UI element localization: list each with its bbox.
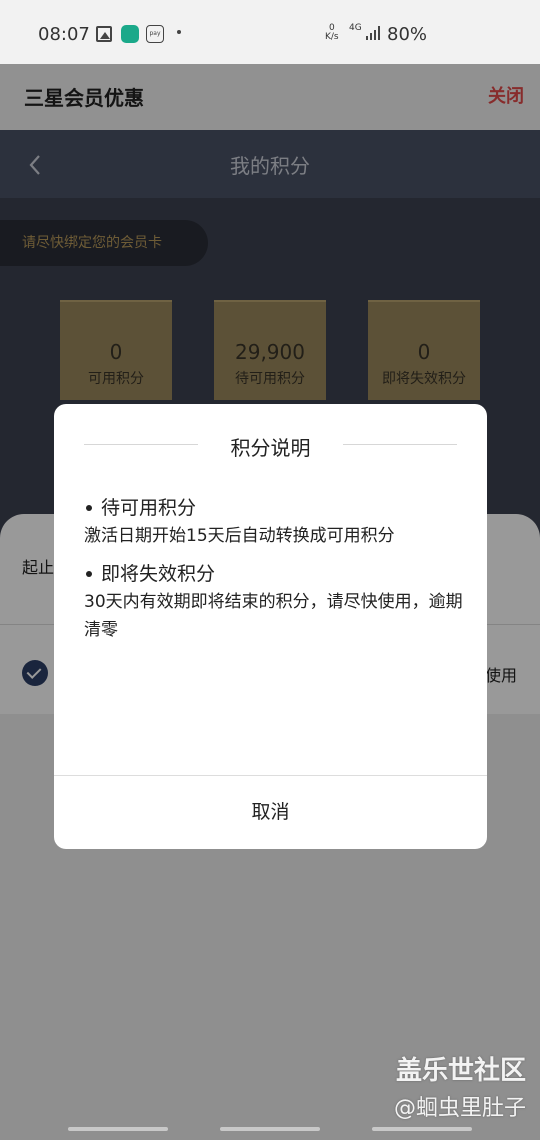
section-title-text: 即将失效积分 [101, 563, 216, 585]
section-text: 30天内有效期即将结束的积分，请尽快使用，逾期清零 [84, 592, 463, 640]
dialog-title: 积分说明 [230, 436, 311, 460]
pay-icon: pay [146, 25, 164, 43]
bullet-icon [86, 505, 92, 511]
network-type: 4G [349, 23, 362, 33]
recent-apps-handle[interactable] [68, 1127, 168, 1131]
network-speed: 0 K/s [325, 24, 339, 42]
network-speed-unit: K/s [325, 32, 339, 42]
section-title: 待可用积分 [84, 494, 464, 522]
section-title: 即将失效积分 [84, 560, 464, 588]
section-title-text: 待可用积分 [101, 497, 197, 519]
points-info-dialog: 积分说明 待可用积分 激活日期开始15天后自动转换成可用积分 即将失效积分 30… [54, 404, 487, 849]
status-time: 08:07 [38, 24, 90, 45]
more-notifications-icon [177, 30, 181, 34]
battery-percentage: 80% [387, 24, 428, 45]
status-bar: 08:07 pay 0 K/s 4G 80% [0, 0, 540, 64]
bullet-icon [86, 571, 92, 577]
back-handle[interactable] [372, 1127, 472, 1131]
app-notification-icon [121, 25, 139, 43]
dialog-body: 待可用积分 激活日期开始15天后自动转换成可用积分 即将失效积分 30天内有效期… [84, 494, 464, 654]
home-handle[interactable] [220, 1127, 320, 1131]
cancel-button[interactable]: 取消 [54, 776, 487, 849]
watermark-author: @蛔虫里肚子 [393, 1096, 526, 1121]
title-divider-right [343, 444, 457, 445]
section-text: 激活日期开始15天后自动转换成可用积分 [84, 526, 395, 546]
watermark-community: 盖乐世社区 [395, 1056, 526, 1086]
gallery-icon [96, 26, 112, 42]
signal-icon [366, 26, 382, 40]
